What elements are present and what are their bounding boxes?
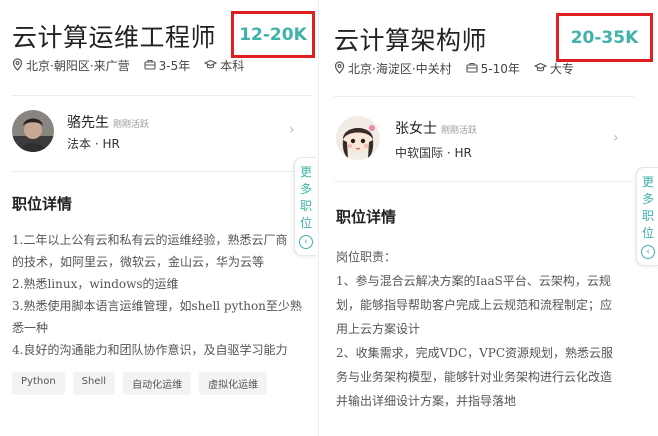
skill-tag[interactable]: 虚拟化运维 [199, 372, 268, 395]
job-experience: 5-10年 [480, 62, 520, 76]
more-jobs-char: 位 [641, 226, 654, 240]
hr-company: 中软国际 · HR [395, 146, 472, 160]
skill-tag[interactable]: 自动化运维 [123, 372, 192, 395]
salary-range: 20-35K [570, 27, 639, 48]
description-line: 并输出详细设计方案，并指导落地 [336, 394, 517, 408]
salary-highlight-box: 12-20K [231, 11, 315, 58]
job-card-right: 云计算架构师 20-35K 北京·海淀区·中关村 5-10年 大专 张女士 刚刚… [322, 0, 658, 436]
briefcase-icon [466, 62, 478, 76]
salary-range: 12-20K [239, 24, 307, 45]
divider [334, 181, 634, 182]
description-line: 2、收集需求，完成VDC，VPC资源规划，熟悉云服 [336, 346, 614, 360]
job-location: 北京·朝阳区·来广营 [26, 59, 130, 73]
hr-avatar[interactable] [12, 110, 54, 152]
briefcase-icon [144, 59, 156, 73]
description-line: 划，能够指导帮助客户完成上云规范和流程制定；应 [336, 298, 613, 312]
description-line: 岗位职责： [336, 250, 397, 264]
description-line: 3.熟悉使用脚本语言运维管理，如shell python至少熟 [12, 299, 302, 313]
description-line: 悉一种 [12, 321, 49, 335]
job-card-left: 云计算运维工程师 12-20K 北京·朝阳区·来广营 3-5年 本科 骆先生 刚刚… [0, 0, 319, 436]
hr-name-line: 骆先生 刚刚活跃 [67, 112, 149, 132]
more-jobs-char: 职 [299, 199, 312, 213]
more-jobs-char: 更 [299, 165, 312, 179]
job-experience: 3-5年 [158, 59, 191, 73]
more-jobs-char: 职 [641, 209, 654, 223]
job-education: 大专 [549, 62, 574, 76]
circle-chevron-left-icon: ‹ [299, 235, 313, 249]
description-line: 用上云方案设计 [336, 322, 421, 336]
hr-avatar[interactable] [336, 116, 380, 160]
more-jobs-tab[interactable]: 更 多 职 位 ‹ [294, 157, 317, 256]
job-meta: 北京·朝阳区·来广营 3-5年 本科 [12, 57, 244, 74]
job-description: 1.二年以上公有云和私有云的运维经验，熟悉云厂商 的技术，如阿里云，微软云，金山… [12, 229, 302, 361]
section-title-job-details: 职位详情 [336, 208, 397, 226]
job-title: 云计算运维工程师 [12, 23, 217, 52]
more-jobs-char: 多 [299, 182, 312, 196]
job-title: 云计算架构师 [334, 26, 488, 55]
divider [12, 171, 312, 172]
hr-company: 法本 · HR [67, 137, 120, 151]
skill-tag[interactable]: Python [12, 372, 65, 395]
hr-active-status: 刚刚活跃 [441, 126, 478, 136]
description-line: 务与业务架构模型，能够针对业务架构进行云化改造 [336, 370, 613, 384]
divider [334, 96, 634, 97]
salary-highlight-box: 20-35K [556, 13, 653, 62]
skill-tag[interactable]: Shell [72, 372, 116, 395]
job-meta: 北京·海淀区·中关村 5-10年 大专 [334, 60, 574, 77]
chevron-right-icon[interactable]: › [613, 130, 619, 146]
more-jobs-char: 多 [641, 192, 654, 206]
description-line: 1.二年以上公有云和私有云的运维经验，熟悉云厂商 [12, 233, 288, 247]
circle-chevron-left-icon: ‹ [641, 245, 655, 259]
graduation-cap-icon [533, 62, 548, 76]
graduation-cap-icon [203, 59, 218, 73]
job-education: 本科 [220, 59, 245, 73]
description-line: 1、参与混合云解决方案的IaaS平台、云架构，云规 [336, 274, 611, 288]
more-jobs-char: 更 [641, 175, 654, 189]
location-pin-icon [334, 60, 345, 77]
description-line: 4.良好的沟通能力和团队协作意识，及自驱学习能力 [12, 343, 288, 357]
hr-name: 张女士 [395, 121, 437, 137]
more-jobs-tab[interactable]: 更 多 职 位 ‹ [636, 167, 658, 266]
divider [12, 95, 312, 96]
hr-name: 骆先生 [67, 115, 109, 131]
chevron-right-icon[interactable]: › [289, 122, 295, 138]
job-description: 岗位职责： 1、参与混合云解决方案的IaaS平台、云架构，云规 划，能够指导帮助… [336, 245, 613, 413]
hr-name-line: 张女士 刚刚活跃 [395, 118, 477, 138]
hr-active-status: 刚刚活跃 [113, 120, 150, 130]
description-line: 2.熟悉linux，windows的运维 [12, 277, 179, 291]
section-title-job-details: 职位详情 [12, 195, 73, 213]
more-jobs-char: 位 [299, 216, 312, 230]
skill-tags: Python Shell 自动化运维 虚拟化运维 [12, 372, 275, 395]
location-pin-icon [12, 57, 23, 74]
job-location: 北京·海淀区·中关村 [348, 62, 452, 76]
description-line: 的技术，如阿里云，微软云，金山云，华为云等 [12, 255, 265, 269]
